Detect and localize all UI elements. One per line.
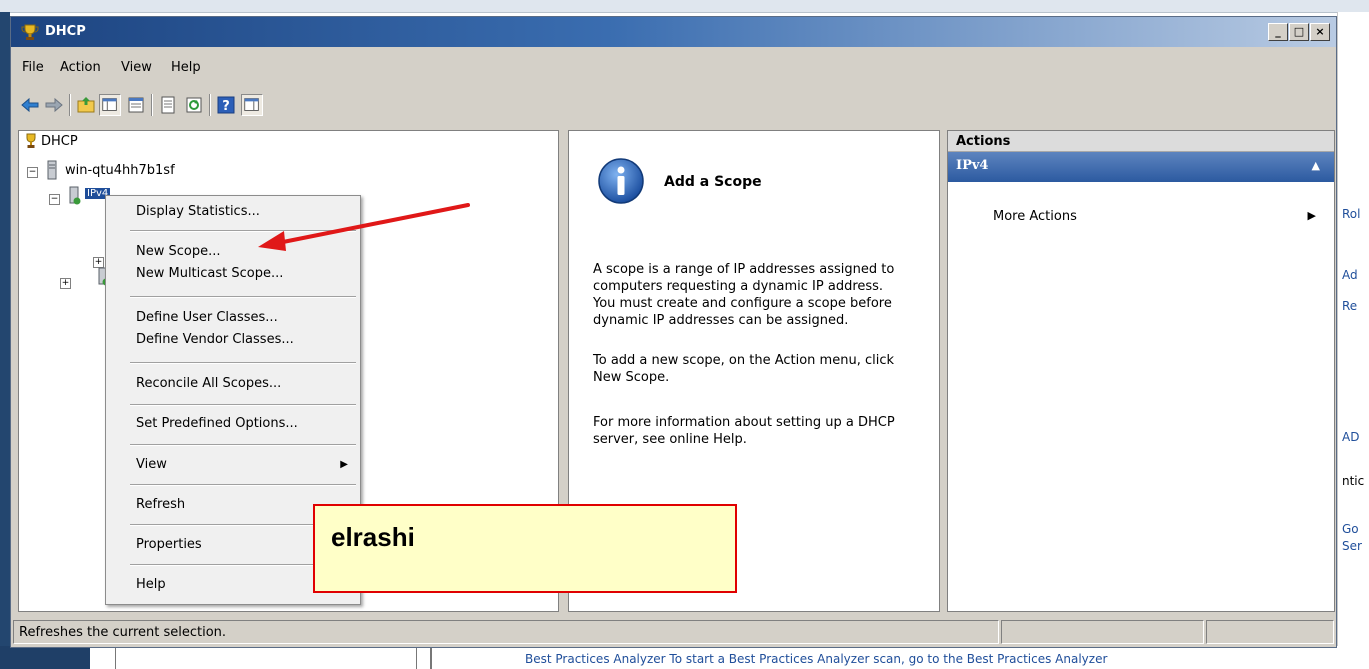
description-title: Add a Scope	[664, 174, 762, 190]
menu-new-multicast-scope[interactable]: New Multicast Scope...	[136, 266, 283, 281]
submenu-arrow-icon: ▶	[340, 459, 348, 470]
help-icon[interactable]: ?	[215, 94, 237, 116]
host-fragment[interactable]: Re	[1342, 299, 1357, 313]
description-paragraph: For more information about setting up a …	[593, 415, 895, 447]
more-actions-item[interactable]: More Actions	[993, 209, 1077, 224]
host-fragment[interactable]: Ser	[1342, 539, 1362, 553]
menu-separator	[130, 484, 356, 486]
host-fragment: ntic	[1342, 474, 1365, 488]
menu-bar: File Action View Help	[11, 55, 1336, 79]
up-folder-icon[interactable]	[75, 94, 97, 116]
export-list-icon[interactable]	[157, 94, 179, 116]
title-bar[interactable]: DHCP _ □ ×	[11, 17, 1336, 47]
menu-set-predefined-options[interactable]: Set Predefined Options...	[136, 416, 298, 431]
host-fragment[interactable]: Ad	[1342, 268, 1358, 282]
menu-separator	[130, 362, 356, 364]
minimize-button[interactable]: _	[1268, 23, 1288, 41]
forward-icon[interactable]	[43, 94, 65, 116]
tree-expander-server[interactable]: −	[27, 167, 38, 178]
tree-expander-ipv6[interactable]: +	[60, 278, 71, 289]
collapse-caret-icon[interactable]: ▲	[1312, 159, 1320, 172]
menu-reconcile-all-scopes[interactable]: Reconcile All Scopes...	[136, 376, 281, 391]
server-icon	[47, 160, 57, 180]
menu-separator	[130, 404, 356, 406]
menu-help[interactable]: Help	[136, 577, 166, 592]
toolbar: ?	[11, 90, 1336, 120]
menu-define-vendor-classes[interactable]: Define Vendor Classes...	[136, 332, 294, 347]
host-window-top-strip	[0, 0, 1369, 13]
console-view-icon[interactable]	[125, 94, 147, 116]
host-bottom-left-panel	[0, 646, 90, 669]
status-cell	[1001, 620, 1204, 644]
dhcp-root-icon	[26, 133, 36, 148]
svg-text:?: ?	[222, 99, 230, 114]
menu-view[interactable]: View	[136, 457, 167, 472]
status-main-cell: Refreshes the current selection.	[13, 620, 999, 644]
maximize-button[interactable]: □	[1289, 23, 1309, 41]
menu-new-scope[interactable]: New Scope...	[136, 244, 221, 259]
close-button[interactable]: ×	[1310, 23, 1330, 41]
menu-properties[interactable]: Properties	[136, 537, 202, 552]
show-hide-action-pane-icon[interactable]	[241, 94, 263, 116]
ipv4-server-icon	[69, 186, 81, 205]
submenu-arrow-icon: ▶	[1307, 209, 1316, 222]
host-fragment[interactable]: Go	[1342, 522, 1359, 536]
host-window-bottom-strip: Best Practices Analyzer To start a Best …	[0, 646, 1369, 669]
info-icon	[598, 158, 644, 204]
tree-root-dhcp[interactable]: DHCP	[41, 134, 78, 149]
annotation-text: elrashi	[331, 522, 415, 552]
status-text: Refreshes the current selection.	[19, 625, 227, 640]
menu-help[interactable]: Help	[171, 60, 201, 75]
description-paragraph: A scope is a range of IP addresses assig…	[593, 262, 895, 328]
tree-node-server[interactable]: win-qtu4hh7b1sf	[65, 163, 175, 178]
menu-view[interactable]: View	[121, 60, 152, 75]
menu-display-statistics[interactable]: Display Statistics...	[136, 204, 260, 219]
menu-define-user-classes[interactable]: Define User Classes...	[136, 310, 278, 325]
host-fragment[interactable]: AD	[1342, 430, 1359, 444]
refresh-icon[interactable]	[183, 94, 205, 116]
actions-header: Actions	[948, 131, 1334, 152]
menu-file[interactable]: File	[22, 60, 44, 75]
menu-separator	[130, 444, 356, 446]
host-bottom-list-column	[115, 646, 417, 669]
actions-section-ipv4[interactable]: IPv4 ▲	[948, 152, 1334, 182]
dhcp-trophy-icon	[21, 24, 39, 40]
window-title: DHCP	[45, 24, 86, 39]
tree-expander-ipv4[interactable]: −	[49, 194, 60, 205]
host-bottom-divider	[430, 646, 432, 669]
status-cell	[1206, 620, 1334, 644]
host-bottom-link-text[interactable]: Best Practices Analyzer To start a Best …	[525, 652, 1107, 666]
description-paragraph: To add a new scope, on the Action menu, …	[593, 353, 894, 385]
annotation-note: elrashi	[313, 504, 737, 593]
actions-header-label: Actions	[956, 134, 1011, 149]
menu-separator	[130, 296, 356, 298]
actions-pane: Actions IPv4 ▲ More Actions ▶	[947, 130, 1335, 612]
toolbar-separator	[151, 94, 153, 116]
actions-section-label: IPv4	[956, 158, 989, 173]
toolbar-separator	[209, 94, 211, 116]
annotation-arrow-icon	[258, 203, 470, 251]
menu-refresh[interactable]: Refresh	[136, 497, 185, 512]
host-desktop-left-edge	[0, 12, 10, 669]
menu-action[interactable]: Action	[60, 60, 101, 75]
host-window-right-pane: Rol Ad Re AD ntic Go Ser	[1337, 12, 1369, 669]
back-icon[interactable]	[19, 94, 41, 116]
status-bar: Refreshes the current selection.	[11, 620, 1336, 646]
show-hide-console-tree-icon[interactable]	[99, 94, 121, 116]
toolbar-separator	[69, 94, 71, 116]
host-fragment[interactable]: Rol	[1342, 207, 1360, 221]
